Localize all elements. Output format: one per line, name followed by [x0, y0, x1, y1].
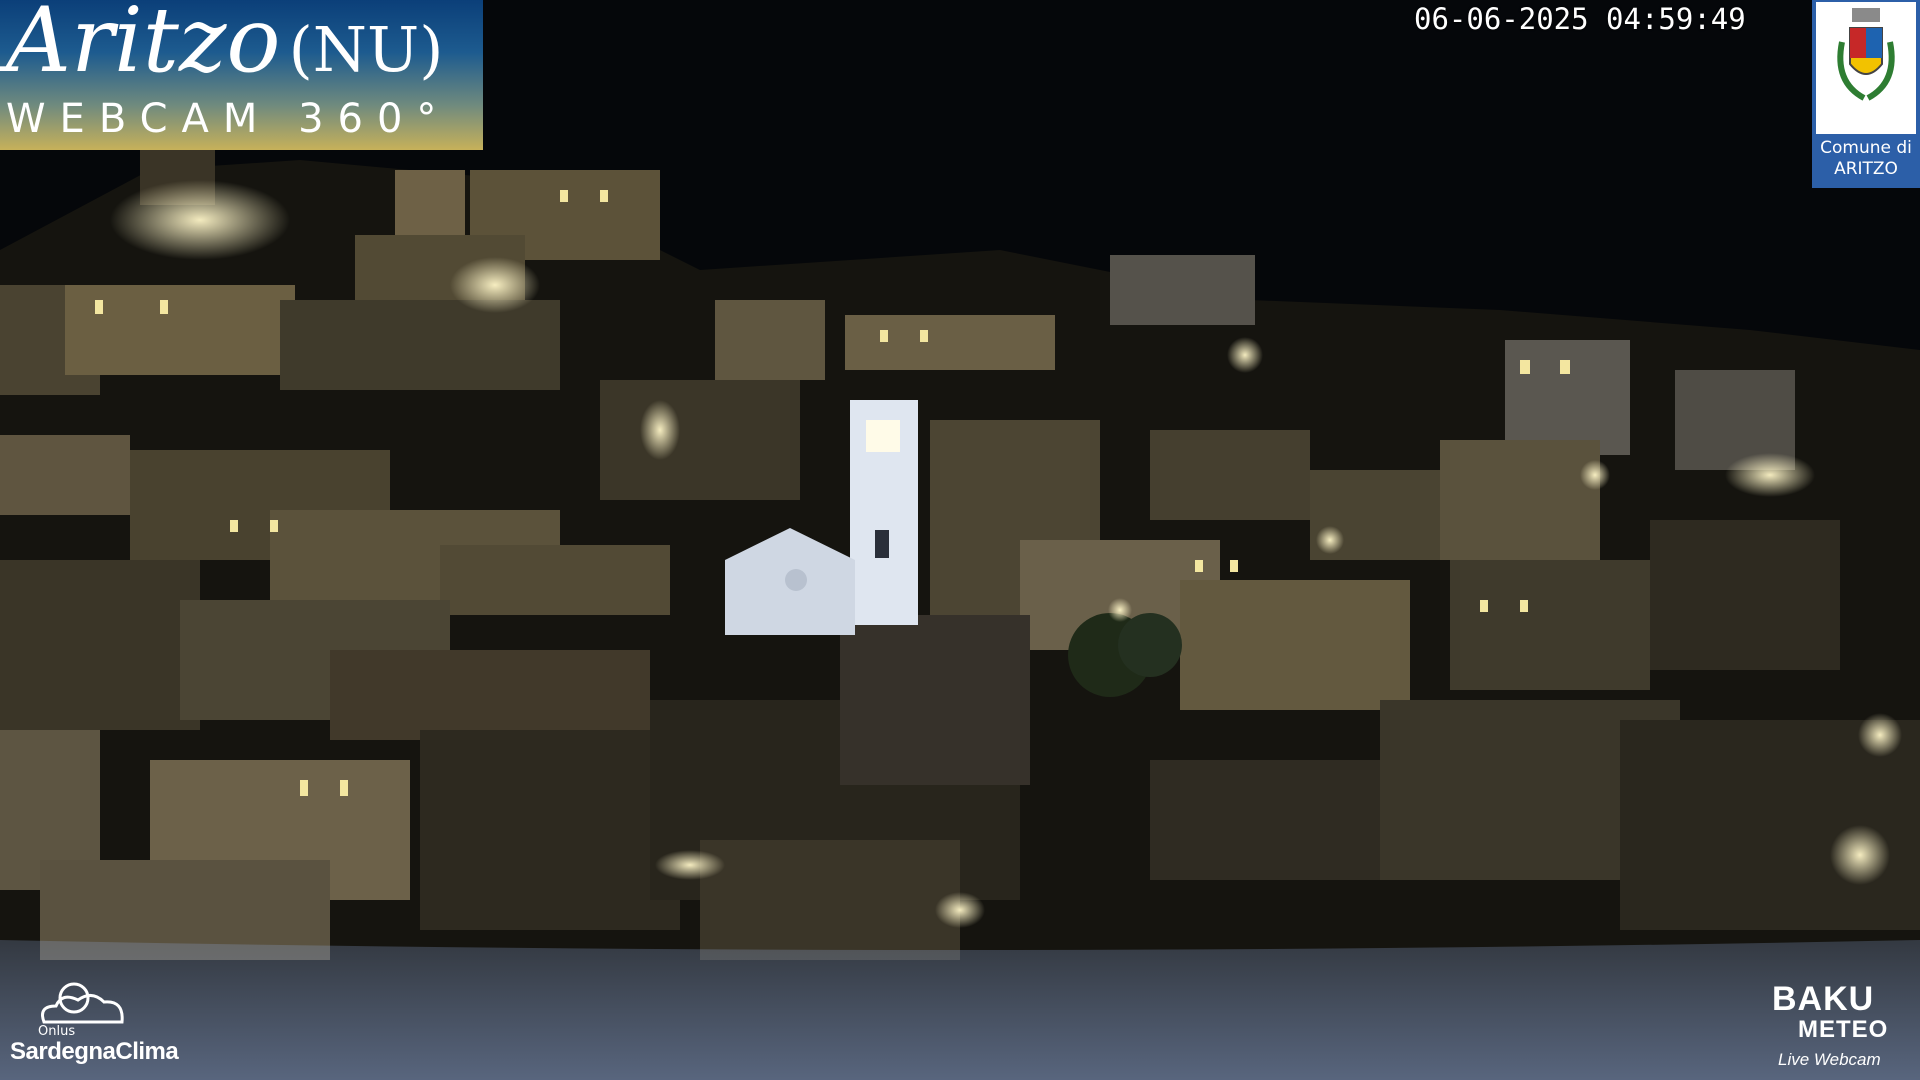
right-brand-tagline: Live Webcam: [1778, 1050, 1881, 1069]
comune-line-1: Comune di: [1820, 138, 1912, 158]
right-brand-line-1: BAKU: [1772, 980, 1875, 1018]
comune-label: Comune di ARITZO: [1812, 138, 1920, 180]
webcam-scene: [0, 0, 1920, 1080]
municipal-crest-icon: [1816, 2, 1916, 134]
bakumeteo-logo: BAKU METEO Live Webcam: [1772, 982, 1920, 1078]
comune-line-2: ARITZO: [1834, 159, 1898, 179]
webcam-subtitle: WEBCAM 360°: [6, 96, 451, 142]
city-name: Aritzo: [6, 0, 281, 93]
comune-logo: Comune di ARITZO: [1812, 0, 1920, 188]
sardegnaclima-logo: Onlus SardegnaClima: [8, 972, 179, 1072]
title-line: Aritzo (NU): [6, 0, 443, 86]
left-brand-sub: Onlus: [38, 1024, 76, 1039]
province-code: (NU): [288, 13, 444, 86]
webcam-title-box: Aritzo (NU) WEBCAM 360°: [0, 0, 483, 150]
right-brand-line-2: METEO: [1798, 1016, 1889, 1043]
timestamp: 06-06-2025 04:59:49: [1414, 2, 1746, 36]
cloud-sun-icon: [41, 982, 124, 1024]
left-brand-name: SardegnaClima: [10, 1038, 179, 1065]
